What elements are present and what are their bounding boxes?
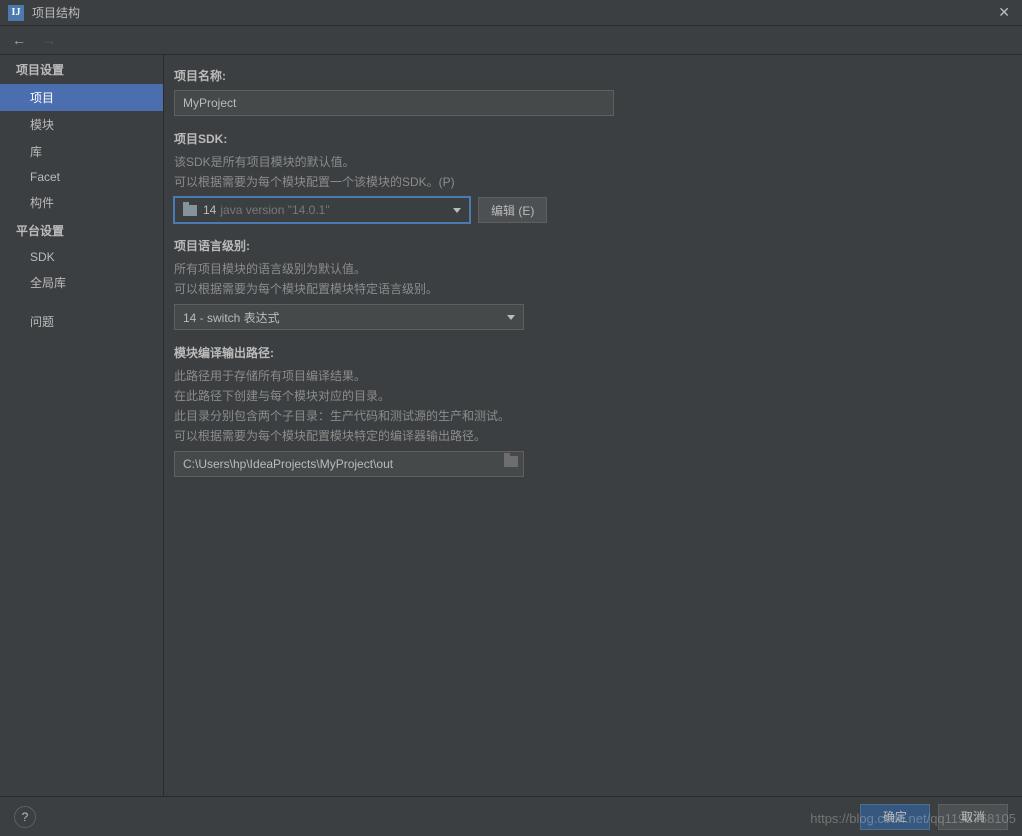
sidebar-item-global-libraries[interactable]: 全局库 bbox=[0, 269, 163, 296]
output-path-input[interactable] bbox=[174, 451, 524, 477]
sdk-desc2: 可以根据需要为每个模块配置一个该模块的SDK。(P) bbox=[174, 173, 1002, 191]
app-icon: IJ bbox=[8, 5, 24, 21]
window-title: 项目结构 bbox=[32, 4, 994, 21]
project-name-label: 项目名称: bbox=[174, 67, 1002, 84]
project-name-section: 项目名称: bbox=[174, 67, 1002, 116]
folder-icon bbox=[183, 205, 197, 216]
sdk-combo-text: 14 bbox=[203, 203, 216, 217]
chevron-down-icon bbox=[507, 315, 515, 320]
sidebar-item-facets[interactable]: Facet bbox=[0, 165, 163, 189]
ok-button[interactable]: 确定 bbox=[860, 804, 930, 830]
output-section: 模块编译输出路径: 此路径用于存储所有项目编译结果。 在此路径下创建与每个模块对… bbox=[174, 344, 1002, 477]
footer: ? 确定 取消 bbox=[0, 796, 1022, 836]
sidebar-section-project-settings: 项目设置 bbox=[0, 55, 163, 84]
output-label: 模块编译输出路径: bbox=[174, 344, 1002, 361]
spacer bbox=[0, 296, 163, 308]
close-icon[interactable]: ✕ bbox=[994, 4, 1014, 21]
browse-folder-icon[interactable] bbox=[504, 456, 518, 467]
back-arrow-icon[interactable]: ← bbox=[12, 32, 26, 48]
sdk-label: 项目SDK: bbox=[174, 130, 1002, 147]
sdk-combo-subtext: java version "14.0.1" bbox=[220, 203, 329, 217]
main-area: 项目设置 项目 模块 库 Facet 构件 平台设置 SDK 全局库 问题 项目… bbox=[0, 54, 1022, 806]
sdk-edit-button[interactable]: 编辑 (E) bbox=[478, 197, 547, 223]
sidebar-item-libraries[interactable]: 库 bbox=[0, 138, 163, 165]
output-desc3: 此目录分别包含两个子目录：生产代码和测试源的生产和测试。 bbox=[174, 407, 1002, 425]
lang-level-combo[interactable]: 14 - switch 表达式 bbox=[174, 304, 524, 330]
sidebar-item-artifacts[interactable]: 构件 bbox=[0, 189, 163, 216]
sidebar-item-modules[interactable]: 模块 bbox=[0, 111, 163, 138]
output-desc1: 此路径用于存储所有项目编译结果。 bbox=[174, 367, 1002, 385]
sdk-desc1: 该SDK是所有项目模块的默认值。 bbox=[174, 153, 1002, 171]
lang-level-label: 项目语言级别: bbox=[174, 237, 1002, 254]
output-desc4: 可以根据需要为每个模块配置模块特定的编译器输出路径。 bbox=[174, 427, 1002, 445]
sidebar: 项目设置 项目 模块 库 Facet 构件 平台设置 SDK 全局库 问题 bbox=[0, 55, 164, 806]
content-pane: 项目名称: 项目SDK: 该SDK是所有项目模块的默认值。 可以根据需要为每个模… bbox=[164, 55, 1022, 806]
sidebar-section-platform-settings: 平台设置 bbox=[0, 216, 163, 245]
project-name-input[interactable] bbox=[174, 90, 614, 116]
titlebar: IJ 项目结构 ✕ bbox=[0, 0, 1022, 26]
sdk-section: 项目SDK: 该SDK是所有项目模块的默认值。 可以根据需要为每个模块配置一个该… bbox=[174, 130, 1002, 223]
chevron-down-icon bbox=[453, 208, 461, 213]
lang-level-desc2: 可以根据需要为每个模块配置模块特定语言级别。 bbox=[174, 280, 1002, 298]
sidebar-item-problems[interactable]: 问题 bbox=[0, 308, 163, 335]
sidebar-item-sdks[interactable]: SDK bbox=[0, 245, 163, 269]
sidebar-item-project[interactable]: 项目 bbox=[0, 84, 163, 111]
lang-level-combo-text: 14 - switch 表达式 bbox=[183, 309, 280, 326]
nav-arrows: ← → bbox=[0, 26, 1022, 54]
lang-level-desc1: 所有项目模块的语言级别为默认值。 bbox=[174, 260, 1002, 278]
output-desc2: 在此路径下创建与每个模块对应的目录。 bbox=[174, 387, 1002, 405]
sdk-combo[interactable]: 14 java version "14.0.1" bbox=[174, 197, 470, 223]
cancel-button[interactable]: 取消 bbox=[938, 804, 1008, 830]
help-button[interactable]: ? bbox=[14, 806, 36, 828]
lang-level-section: 项目语言级别: 所有项目模块的语言级别为默认值。 可以根据需要为每个模块配置模块… bbox=[174, 237, 1002, 330]
forward-arrow-icon: → bbox=[42, 32, 56, 48]
output-path-wrap bbox=[174, 451, 524, 477]
